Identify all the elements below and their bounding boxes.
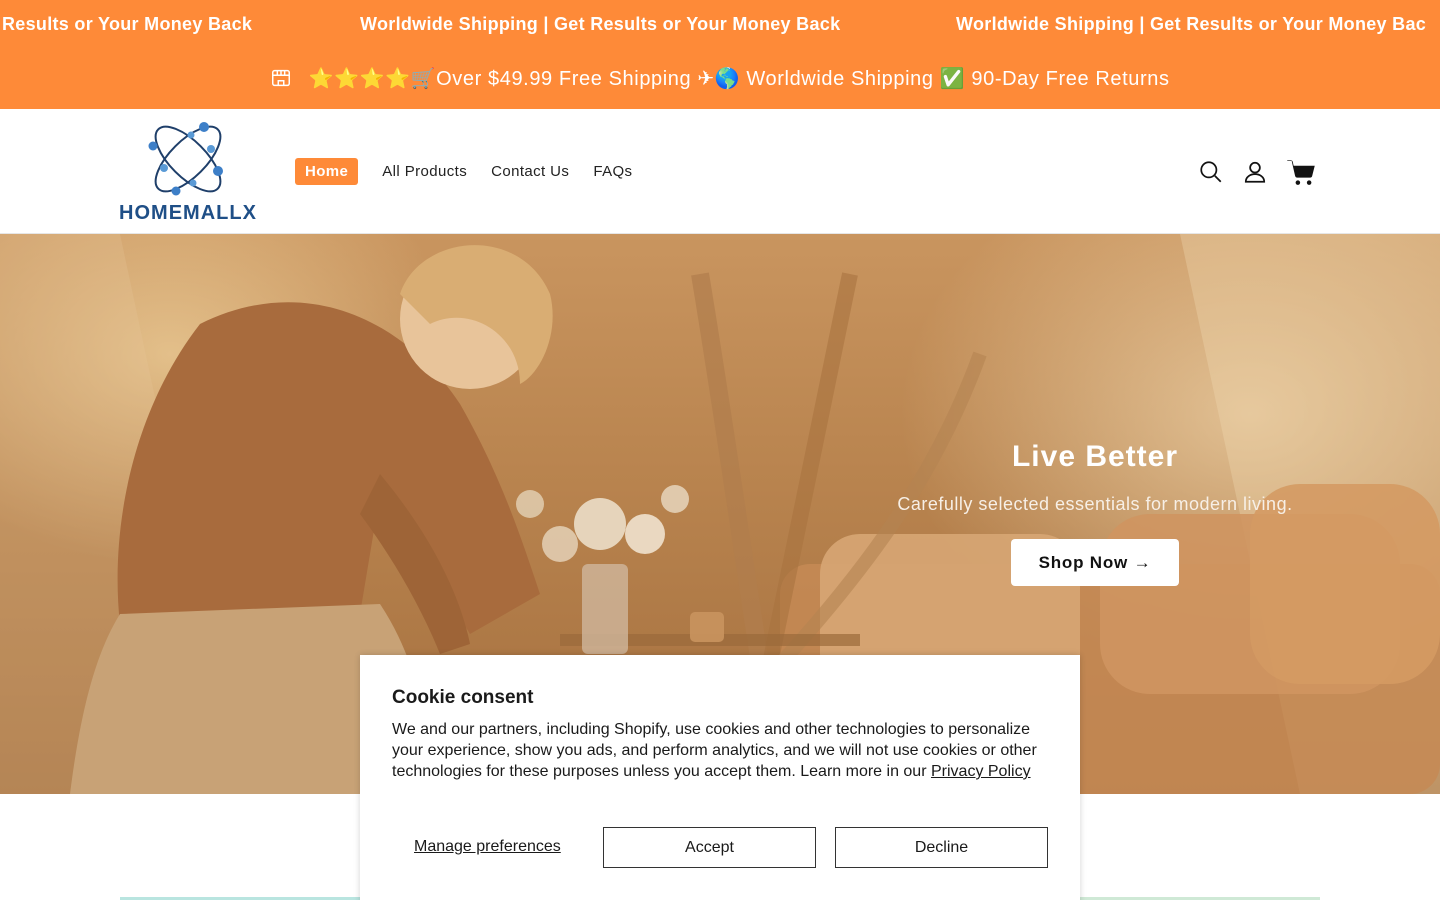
logo[interactable]: HOMEMALLX (113, 119, 263, 225)
search-icon[interactable] (1198, 159, 1224, 185)
site-header: HOMEMALLX Home All Products Contact Us F… (0, 109, 1440, 234)
cart-icon[interactable] (1286, 157, 1316, 187)
marquee-item: Worldwide Shipping | Get Results or Your… (956, 14, 1427, 34)
privacy-policy-link[interactable]: Privacy Policy (931, 763, 1031, 780)
decline-button[interactable]: Decline (835, 827, 1048, 868)
cookie-title: Cookie consent (392, 687, 534, 708)
account-icon[interactable] (1242, 159, 1268, 185)
header-icons (1180, 157, 1316, 187)
nav-all-products[interactable]: All Products (382, 163, 467, 180)
accept-button[interactable]: Accept (603, 827, 816, 868)
announcement-text: ⭐⭐⭐⭐🛒Over $49.99 Free Shipping ✈🌎 Worldw… (308, 68, 1170, 90)
atom-logo-icon (148, 122, 223, 196)
cookie-body: We and our partners, including Shopify, … (392, 719, 1048, 782)
main-nav: Home All Products Contact Us FAQs (295, 158, 656, 185)
marquee-item: Results or Your Money Back (2, 14, 253, 34)
cookie-consent-dialog: Cookie consent We and our partners, incl… (360, 655, 1080, 900)
nav-faqs[interactable]: FAQs (593, 163, 632, 180)
nav-contact-us[interactable]: Contact Us (491, 163, 569, 180)
hero-subtitle: Carefully selected essentials for modern… (897, 494, 1293, 514)
hero-title: Live Better (1011, 440, 1179, 473)
marquee-bar: Results or Your Money Back Worldwide Shi… (0, 0, 1440, 50)
shop-now-button[interactable]: Shop Now → (1011, 539, 1179, 586)
marquee-item: Worldwide Shipping | Get Results or Your… (360, 14, 841, 34)
manage-preferences-link[interactable]: Manage preferences (414, 838, 561, 856)
store-icon (272, 69, 291, 87)
announcement-bar: ⭐⭐⭐⭐🛒Over $49.99 Free Shipping ✈🌎 Worldw… (0, 50, 1440, 109)
cookie-actions: Manage preferences Accept Decline (392, 827, 1048, 868)
nav-home[interactable]: Home (295, 158, 359, 185)
logo-text: HOMEMALLX (119, 202, 257, 224)
hero-content: Live Better Carefully selected essential… (850, 440, 1340, 586)
